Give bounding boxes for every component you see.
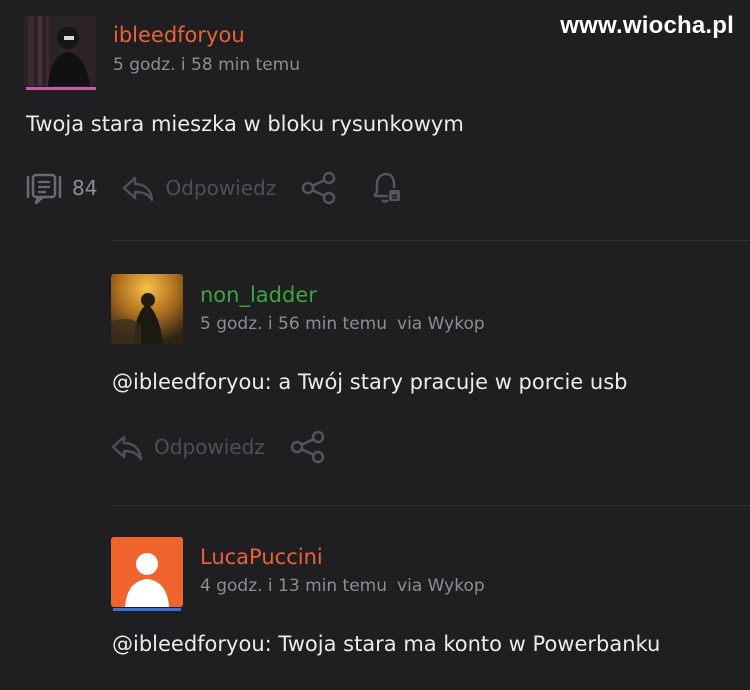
comment-1-share-button[interactable] xyxy=(289,430,327,464)
reply-label: Odpowiedz xyxy=(154,435,265,459)
notify-button[interactable] xyxy=(368,170,404,206)
comment-2-via: via Wykop xyxy=(397,576,485,596)
comments-button[interactable]: 84 xyxy=(24,171,97,205)
divider xyxy=(111,240,750,241)
post-timestamp: 5 godz. i 58 min temu xyxy=(113,55,300,75)
post-author[interactable]: ibleedforyou xyxy=(113,23,245,47)
avatar-ibleedforyou[interactable] xyxy=(24,16,96,86)
watermark: www.wiocha.pl xyxy=(560,12,734,39)
avatar-image xyxy=(111,274,183,344)
default-avatar-icon xyxy=(111,537,183,607)
post-text: Twoja stara mieszka w bloku rysunkowym xyxy=(26,112,464,136)
avatar-image xyxy=(24,16,96,86)
comment-1-meta: 5 godz. i 56 min temu via Wykop xyxy=(200,314,485,334)
comment-2-text: @ibleedforyou: Twoja stara ma konto w Po… xyxy=(112,632,661,656)
reply-icon xyxy=(123,176,154,202)
avatar-non_ladder[interactable] xyxy=(111,274,183,344)
comment-1-text: @ibleedforyou: a Twój stary pracuje w po… xyxy=(112,370,628,394)
bell-icon xyxy=(373,172,401,203)
post-actions: 84 Odpowiedz xyxy=(24,170,404,206)
comment-count: 84 xyxy=(72,176,98,200)
reply-button[interactable]: Odpowiedz xyxy=(121,173,276,203)
reply-label: Odpowiedz xyxy=(165,176,277,200)
post-time: 5 godz. i 58 min temu xyxy=(113,55,301,75)
share-button[interactable] xyxy=(300,171,338,205)
comment-1-time: 5 godz. i 56 min temu xyxy=(200,314,388,334)
avatar-lucapuccini[interactable] xyxy=(111,537,183,607)
comment-1-author[interactable]: non_ladder xyxy=(200,283,317,307)
comment-2-meta: 4 godz. i 13 min temu via Wykop xyxy=(200,576,485,596)
share-icon xyxy=(301,171,336,205)
comment-2-time: 4 godz. i 13 min temu xyxy=(200,576,388,596)
comment-1-via: via Wykop xyxy=(397,314,485,334)
comment-2-author[interactable]: LucaPuccini xyxy=(200,545,323,569)
reply-icon xyxy=(111,435,143,461)
avatar-underline xyxy=(26,87,96,90)
divider xyxy=(111,505,750,506)
comment-1-actions: Odpowiedz xyxy=(110,430,327,464)
avatar-underline xyxy=(113,608,181,611)
comment-1-reply-button[interactable]: Odpowiedz xyxy=(110,432,265,462)
comments-icon xyxy=(26,173,62,205)
share-icon xyxy=(290,430,325,464)
